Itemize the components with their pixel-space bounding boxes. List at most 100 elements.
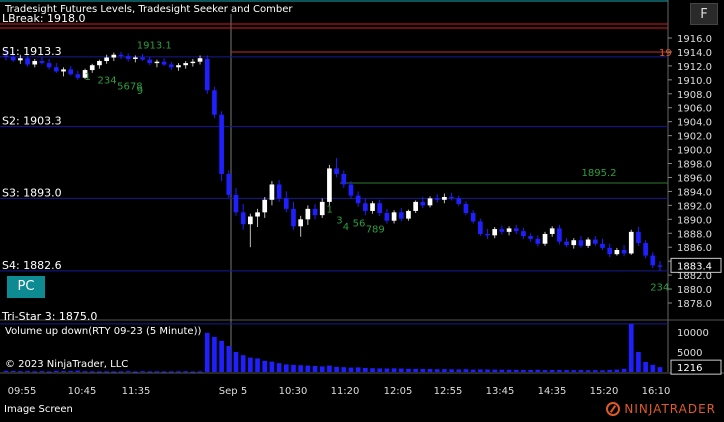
- level-label: S3: 1893.0: [2, 186, 62, 199]
- candle-body: [657, 265, 663, 267]
- volume-bar: [32, 371, 38, 373]
- candle-body: [600, 243, 605, 248]
- volume-bar: [305, 365, 311, 372]
- volume-bar: [39, 371, 45, 373]
- volume-bar: [506, 369, 512, 372]
- volume-bar: [470, 369, 476, 372]
- candle-body: [147, 59, 153, 64]
- candle-body: [97, 61, 102, 66]
- volume-bar: [327, 365, 332, 372]
- candle-body: [621, 250, 627, 254]
- volume-bar: [319, 366, 325, 372]
- candle-body: [111, 54, 117, 58]
- level-label: S2: 1903.3: [2, 115, 62, 128]
- price-edge-tag: 19: [659, 48, 672, 59]
- volume-bar: [628, 324, 634, 372]
- time-tick-label: 12:55: [434, 386, 463, 397]
- volume-bar: [607, 369, 613, 372]
- volume-bar: [348, 367, 354, 372]
- candle-body: [535, 238, 541, 244]
- volume-bar: [183, 371, 189, 373]
- time-tick-label: 11:35: [122, 386, 151, 397]
- chart-title: Tradesight Futures Levels, Tradesight Se…: [4, 4, 293, 15]
- volume-bar: [442, 369, 447, 372]
- volume-bar: [521, 369, 526, 372]
- volume-bar: [456, 369, 462, 372]
- seeker-count: 4: [343, 222, 349, 233]
- candle-body: [32, 61, 38, 65]
- candle-body: [592, 239, 598, 244]
- candle-body: [413, 201, 418, 211]
- volume-current-label: 1216: [677, 363, 702, 374]
- price-tick-label: 1894.0: [677, 187, 712, 198]
- price-tick-label: 1890.0: [677, 215, 712, 226]
- seeker-count: 1: [84, 72, 90, 83]
- volume-bar: [585, 370, 591, 372]
- volume-bar: [614, 369, 620, 372]
- candle-body: [154, 61, 160, 64]
- seeker-count: 234: [650, 282, 669, 293]
- candle-body: [427, 198, 433, 206]
- volume-bar: [240, 355, 246, 372]
- candle-body: [262, 199, 268, 213]
- pc-button[interactable]: PC: [7, 276, 45, 298]
- volume-bar: [226, 346, 232, 372]
- candle-body: [255, 212, 260, 217]
- candle-body: [312, 208, 318, 216]
- candle-body: [549, 228, 555, 234]
- volume-bar: [154, 371, 160, 373]
- volume-bar: [341, 367, 347, 372]
- volume-bar: [592, 370, 598, 372]
- candle-body: [557, 228, 562, 242]
- chart-window[interactable]: LBreak: 1918.0 S1: 1913.3 S2: 1903.3 S3: 18…: [0, 0, 724, 418]
- volume-bar: [75, 370, 81, 372]
- price-tick-label: 1886.0: [677, 243, 712, 254]
- candle-body: [118, 54, 124, 57]
- volume-bar: [133, 371, 138, 373]
- volume-bar: [82, 371, 88, 373]
- volume-bar: [97, 371, 102, 373]
- price-tick-label: 1888.0: [677, 229, 712, 240]
- volume-bar: [513, 369, 519, 372]
- candle-body: [334, 168, 339, 174]
- price-tick-label: 1906.0: [677, 104, 712, 115]
- level-label: Tri-Star 3: 1875.0: [1, 310, 97, 323]
- price-tick-label: 1904.0: [677, 118, 712, 129]
- volume-bar: [377, 368, 383, 372]
- volume-bar: [657, 367, 663, 372]
- volume-tick-label: 5000: [677, 348, 702, 359]
- seeker-price-label: 1895.2: [582, 168, 617, 179]
- volume-bar: [190, 371, 196, 373]
- candle-body: [521, 231, 526, 237]
- volume-bar: [542, 370, 548, 372]
- seeker-count: 1: [326, 204, 332, 215]
- candle-body: [327, 168, 332, 202]
- price-tick-label: 1892.0: [677, 201, 712, 212]
- candle-body: [248, 216, 253, 225]
- candle-body: [636, 231, 641, 244]
- candle-body: [398, 212, 404, 219]
- volume-bar: [118, 371, 124, 373]
- candle-body: [133, 57, 138, 59]
- candle-body: [528, 236, 533, 239]
- volume-bar: [564, 370, 569, 372]
- volume-bar: [10, 371, 16, 372]
- volume-bar: [168, 371, 174, 373]
- candle-body: [406, 210, 411, 219]
- candle-body: [463, 203, 469, 214]
- volume-bar: [528, 370, 533, 372]
- candle-body: [485, 233, 490, 236]
- volume-bar: [463, 369, 469, 372]
- volume-bar: [147, 371, 153, 373]
- f-button[interactable]: F: [690, 3, 718, 25]
- candle-body: [219, 114, 224, 174]
- candle-body: [39, 61, 45, 64]
- volume-bar: [61, 371, 66, 373]
- chart-canvas[interactable]: LBreak: 1918.0S1: 1913.3S2: 1903.3S3: 18…: [0, 0, 724, 418]
- volume-bar: [176, 371, 181, 373]
- volume-bar: [363, 368, 368, 372]
- volume-bar: [413, 368, 418, 372]
- volume-bar: [578, 370, 584, 372]
- volume-bar: [420, 368, 426, 372]
- volume-bar: [104, 371, 109, 373]
